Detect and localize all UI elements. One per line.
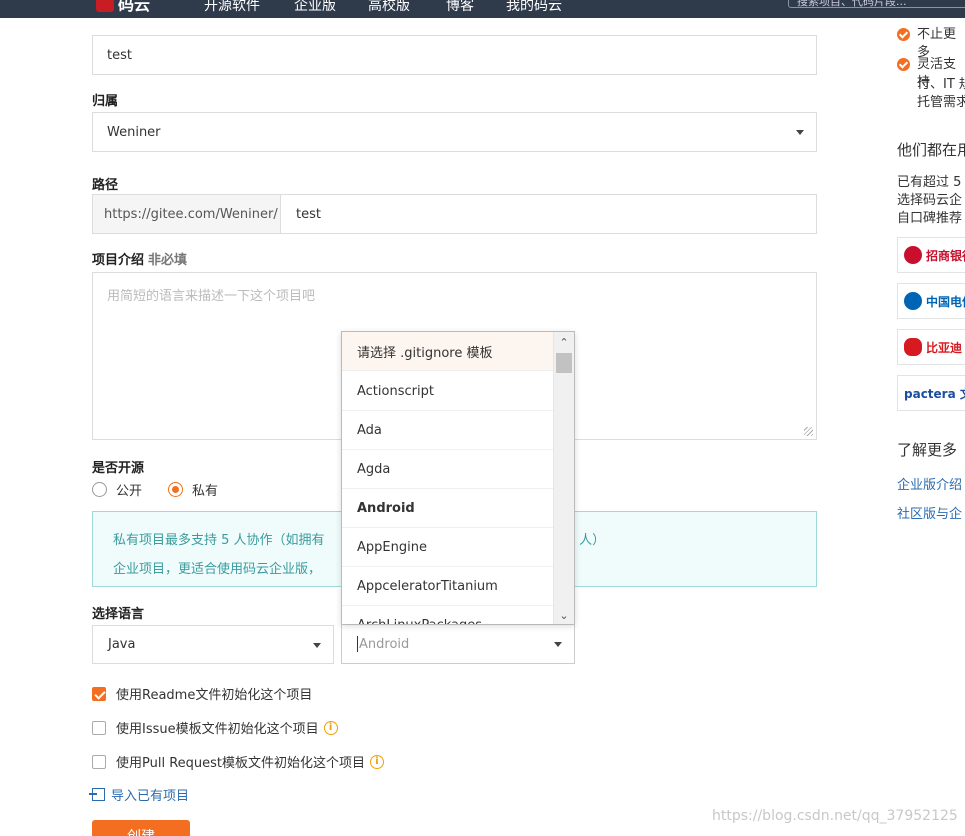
language-value: Java — [108, 637, 136, 652]
dropdown-item[interactable]: 请选择 .gitignore 模板 — [342, 332, 554, 371]
community-compare-link[interactable]: 社区版与企 — [897, 503, 962, 522]
issue-checkbox[interactable] — [92, 720, 106, 735]
byd-logo-icon — [904, 338, 922, 356]
using-text: 自口碑推荐 — [897, 211, 963, 226]
feature-text-cont: 付、IT 规 — [917, 77, 965, 92]
project-name-value: test — [107, 47, 132, 63]
pr-check-label[interactable]: 使用Pull Request模板文件初始化这个项目 — [116, 752, 365, 771]
logo-mark-icon — [96, 0, 114, 12]
pr-check-row[interactable]: 使用Pull Request模板文件初始化这个项目 i — [92, 752, 385, 771]
nav-item-enterprise[interactable]: 企业版 — [294, 0, 336, 15]
path-input[interactable]: test — [280, 194, 817, 234]
import-icon — [89, 788, 105, 801]
path-value: test — [296, 206, 321, 222]
scroll-thumb[interactable] — [556, 353, 572, 373]
resize-handle-icon[interactable] — [804, 427, 813, 436]
dropdown-item[interactable]: AppEngine — [342, 528, 554, 567]
radio-private[interactable] — [168, 482, 184, 497]
chevron-down-icon — [554, 642, 562, 647]
using-text: 已有超过 5 — [897, 175, 962, 190]
dropdown-item[interactable]: Actionscript — [342, 372, 554, 411]
owner-value: Weniner — [107, 124, 161, 140]
feature-text-cont: 托管需求 — [917, 95, 965, 110]
project-name-input[interactable]: test — [92, 35, 817, 75]
path-label: 路径 — [92, 178, 119, 193]
top-nav: 码云 开源软件 企业版 高校版 博客 我的码云 搜索项目、代码片段... — [0, 0, 965, 18]
gitignore-select[interactable]: Android — [341, 624, 575, 664]
nav-search-input[interactable]: 搜索项目、代码片段... — [788, 0, 965, 8]
learn-title: 了解更多 — [897, 441, 958, 459]
check-circle-icon — [897, 28, 910, 41]
gitee-logo[interactable]: 码云 — [96, 0, 150, 14]
create-button[interactable]: 创建 — [92, 820, 190, 836]
client-logo-telecom: 中国电信 — [897, 283, 965, 319]
owner-select[interactable]: Weniner — [92, 112, 817, 152]
intro-placeholder: 用简短的语言来描述一下这个项目吧 — [107, 289, 316, 304]
nav-item-education[interactable]: 高校版 — [368, 0, 410, 15]
issue-check-label[interactable]: 使用Issue模板文件初始化这个项目 — [116, 718, 319, 737]
client-logo-pactera: pactera 文思海辉 — [897, 375, 965, 411]
intro-label: 项目介绍 非必填 — [92, 249, 187, 268]
readme-checkbox[interactable] — [92, 686, 106, 701]
logo-text: 码云 — [118, 0, 151, 14]
radio-public-label[interactable]: 公开 — [116, 480, 142, 499]
client-logo-text: 比亚迪 — [926, 340, 963, 355]
import-link-text[interactable]: 导入已有项目 — [111, 785, 189, 804]
open-source-label: 是否开源 — [92, 461, 145, 476]
check-circle-icon — [897, 58, 910, 71]
scroll-down-icon[interactable]: ⌄ — [554, 605, 574, 624]
using-title: 他们都在用 — [897, 141, 965, 159]
path-prefix: https://gitee.com/Weniner/ — [92, 194, 281, 234]
client-logo-text: 招商银行 — [926, 248, 965, 263]
client-logo-cmb: 招商银行 — [897, 237, 965, 273]
dropdown-item-selected[interactable]: Android — [342, 489, 554, 528]
chevron-down-icon — [313, 642, 321, 648]
language-label: 选择语言 — [92, 607, 145, 622]
visibility-radio-group: 公开 私有 — [92, 480, 244, 499]
owner-label: 归属 — [92, 94, 119, 109]
dropdown-item[interactable]: Agda — [342, 450, 554, 489]
scroll-up-icon[interactable]: ⌃ — [554, 332, 574, 352]
client-logo-byd: 比亚迪 — [897, 329, 965, 365]
dropdown-item[interactable]: AppceleratorTitanium — [342, 567, 554, 606]
info-icon[interactable]: i — [370, 754, 385, 769]
enterprise-intro-link[interactable]: 企业版介绍 — [897, 474, 962, 493]
dropdown-item[interactable]: Ada — [342, 411, 554, 450]
readme-check-row[interactable]: 使用Readme文件初始化这个项目 — [92, 684, 312, 703]
nav-item-mine[interactable]: 我的码云 — [506, 0, 562, 15]
info-line-1-text: 私有项目最多支持 5 人协作（如拥有 — [113, 533, 325, 548]
client-logo-text: pactera 文思海辉 — [904, 386, 965, 401]
dropdown-scrollbar[interactable]: ⌃ ⌄ — [553, 332, 574, 624]
text-cursor — [357, 636, 358, 652]
chevron-down-icon — [796, 130, 804, 135]
readme-check-label[interactable]: 使用Readme文件初始化这个项目 — [116, 684, 312, 703]
import-project-link[interactable]: 导入已有项目 — [89, 785, 189, 804]
language-select[interactable]: Java — [92, 625, 334, 664]
nav-item-opensource[interactable]: 开源软件 — [204, 0, 260, 15]
intro-optional-tag: 非必填 — [148, 253, 188, 268]
client-logo-text: 中国电信 — [926, 294, 965, 309]
cmb-logo-icon — [904, 246, 922, 264]
nav-item-blog[interactable]: 博客 — [446, 0, 474, 15]
watermark: https://blog.csdn.net/qq_37952125 — [712, 808, 958, 824]
gitignore-value: Android — [359, 636, 410, 652]
info-icon[interactable]: i — [323, 720, 338, 735]
using-text: 选择码云企 — [897, 193, 963, 208]
pr-checkbox[interactable] — [92, 754, 106, 769]
dropdown-item[interactable]: ArchLinuxPackages — [342, 606, 554, 625]
radio-private-label[interactable]: 私有 — [192, 480, 218, 499]
issue-check-row[interactable]: 使用Issue模板文件初始化这个项目 i — [92, 718, 338, 737]
telecom-logo-icon — [904, 292, 922, 310]
radio-public[interactable] — [92, 482, 107, 497]
intro-label-text: 项目介绍 — [92, 253, 145, 268]
gitignore-dropdown: 请选择 .gitignore 模板 Actionscript Ada Agda … — [341, 331, 575, 624]
